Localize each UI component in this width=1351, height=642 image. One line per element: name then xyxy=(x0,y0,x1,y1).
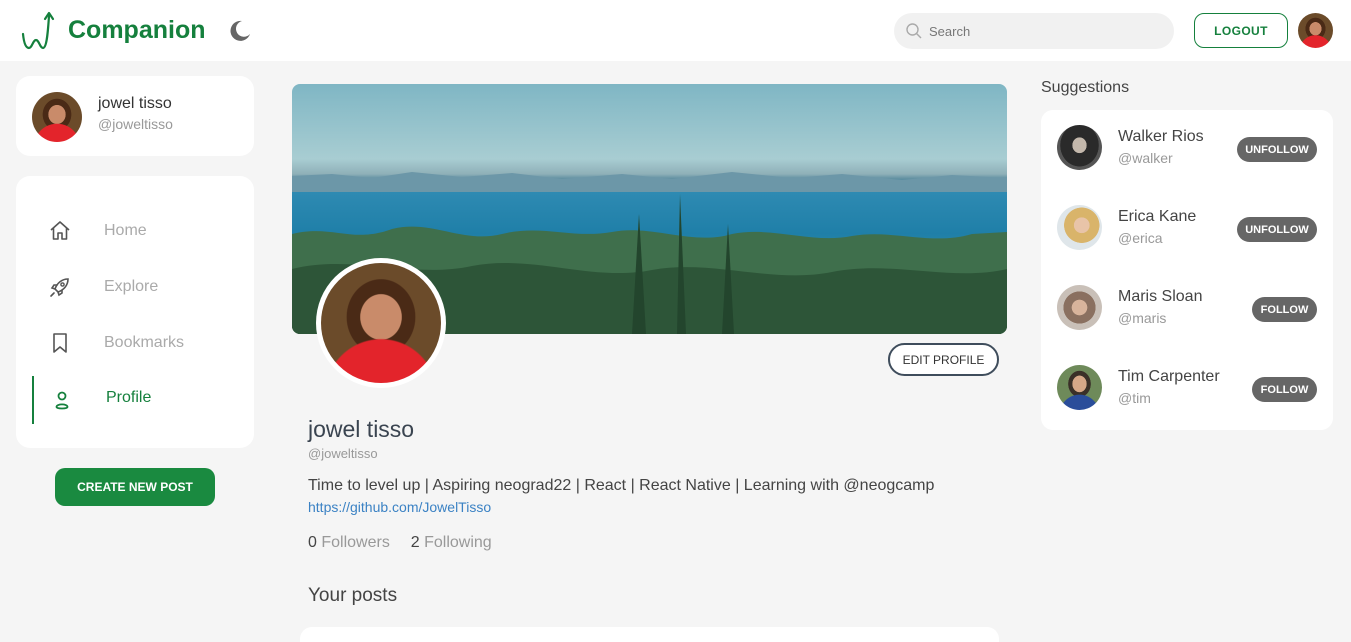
search-bar[interactable] xyxy=(894,13,1174,49)
logo-icon[interactable] xyxy=(20,10,56,52)
profile-avatar xyxy=(316,258,446,388)
suggestion-handle: @tim xyxy=(1118,390,1151,406)
suggestion-name[interactable]: Walker Rios xyxy=(1118,128,1204,146)
top-header: Companion LOGOUT xyxy=(0,0,1351,61)
user-card[interactable]: jowel tisso @joweltisso xyxy=(16,76,254,156)
followers-count[interactable]: 0 xyxy=(308,534,317,551)
unfollow-button[interactable]: UNFOLLOW xyxy=(1237,217,1317,242)
rocket-icon xyxy=(50,278,69,297)
suggestion-item[interactable]: Walker Rios @walker UNFOLLOW xyxy=(1041,110,1333,190)
user-avatar xyxy=(32,92,82,142)
post-card xyxy=(300,627,999,642)
profile-name: jowel tisso xyxy=(308,416,415,442)
posts-section-title: Your posts xyxy=(308,585,398,606)
sidebar-item-profile[interactable]: Profile xyxy=(16,376,254,424)
suggestion-avatar[interactable] xyxy=(1057,365,1102,410)
search-input[interactable] xyxy=(929,21,1159,41)
followers-label[interactable]: Followers xyxy=(321,534,389,551)
following-count[interactable]: 2 xyxy=(411,534,420,551)
user-handle: @joweltisso xyxy=(98,116,173,132)
suggestion-item[interactable]: Erica Kane @erica UNFOLLOW xyxy=(1041,190,1333,270)
brand-name[interactable]: Companion xyxy=(68,16,206,45)
home-icon xyxy=(50,221,70,240)
sidebar-nav: Home Explore Bookmarks Profile xyxy=(16,176,254,448)
logout-button[interactable]: LOGOUT xyxy=(1194,13,1288,48)
user-icon xyxy=(55,391,69,410)
suggestion-avatar[interactable] xyxy=(1057,125,1102,170)
sidebar-item-home[interactable]: Home xyxy=(16,209,254,253)
suggestion-handle: @walker xyxy=(1118,150,1173,166)
suggestion-handle: @maris xyxy=(1118,310,1167,326)
bookmark-icon xyxy=(53,333,67,353)
create-new-post-button[interactable]: CREATE NEW POST xyxy=(55,468,215,506)
sidebar-item-label: Bookmarks xyxy=(104,334,185,351)
sidebar-item-label: Explore xyxy=(104,278,159,295)
dark-mode-moon-icon[interactable] xyxy=(228,19,252,43)
suggestion-name[interactable]: Tim Carpenter xyxy=(1118,368,1220,386)
profile-bio: Time to level up | Aspiring neograd22 | … xyxy=(308,477,935,494)
profile-handle: @joweltisso xyxy=(308,446,378,461)
follow-button[interactable]: FOLLOW xyxy=(1252,377,1317,402)
suggestion-name[interactable]: Erica Kane xyxy=(1118,208,1196,226)
suggestion-handle: @erica xyxy=(1118,230,1163,246)
suggestion-item[interactable]: Maris Sloan @maris FOLLOW xyxy=(1041,270,1333,350)
follow-stats: 0 Followers 2 Following xyxy=(308,534,492,552)
suggestions-list: Walker Rios @walker UNFOLLOW Erica Kane … xyxy=(1041,110,1333,430)
follow-button[interactable]: FOLLOW xyxy=(1252,297,1317,322)
suggestion-avatar[interactable] xyxy=(1057,285,1102,330)
sidebar-item-label: Profile xyxy=(106,389,152,406)
unfollow-button[interactable]: UNFOLLOW xyxy=(1237,137,1317,162)
sidebar-item-explore[interactable]: Explore xyxy=(16,265,254,309)
profile-avatar-image xyxy=(321,263,441,383)
sidebar-item-bookmarks[interactable]: Bookmarks xyxy=(16,321,254,365)
edit-profile-button[interactable]: EDIT PROFILE xyxy=(888,343,999,376)
search-icon xyxy=(906,23,922,39)
profile-link[interactable]: https://github.com/JowelTisso xyxy=(308,499,491,515)
suggestions-title: Suggestions xyxy=(1041,79,1130,96)
suggestion-item[interactable]: Tim Carpenter @tim FOLLOW xyxy=(1041,350,1333,430)
suggestion-name[interactable]: Maris Sloan xyxy=(1118,288,1202,306)
following-label[interactable]: Following xyxy=(424,534,492,551)
header-avatar[interactable] xyxy=(1298,13,1333,48)
suggestion-avatar[interactable] xyxy=(1057,205,1102,250)
active-indicator xyxy=(32,376,34,424)
user-name: jowel tisso xyxy=(98,95,172,112)
sidebar-item-label: Home xyxy=(104,222,147,239)
